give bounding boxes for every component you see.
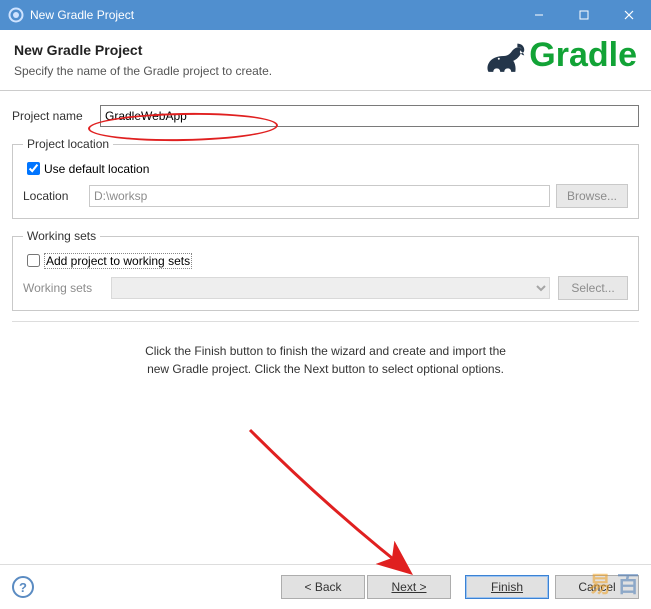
next-button[interactable]: Next > xyxy=(367,575,451,599)
finish-button[interactable]: Finish xyxy=(465,575,549,599)
working-sets-legend: Working sets xyxy=(23,229,100,243)
use-default-location-checkbox[interactable]: Use default location xyxy=(23,159,628,178)
location-input xyxy=(89,185,550,207)
project-location-legend: Project location xyxy=(23,137,113,151)
project-location-group: Project location Use default location Lo… xyxy=(12,137,639,219)
wizard-footer: ? < Back Next > Finish Cancel xyxy=(0,564,651,609)
working-sets-list-label: Working sets xyxy=(23,281,103,295)
add-to-working-sets-label: Add project to working sets xyxy=(44,253,192,269)
gradle-logo-text: Gradle xyxy=(529,36,637,75)
working-sets-dropdown xyxy=(111,277,550,299)
wizard-hint: Click the Finish button to finish the wi… xyxy=(86,342,566,378)
wizard-content: Project name Project location Use defaul… xyxy=(0,91,651,388)
browse-button: Browse... xyxy=(556,184,628,208)
use-default-location-label: Use default location xyxy=(44,162,149,176)
cancel-button[interactable]: Cancel xyxy=(555,575,639,599)
hint-line-1: Click the Finish button to finish the wi… xyxy=(145,344,506,358)
close-button[interactable] xyxy=(606,0,651,30)
location-label: Location xyxy=(23,189,83,203)
window-buttons xyxy=(516,0,651,30)
back-button[interactable]: < Back xyxy=(281,575,365,599)
hint-line-2: new Gradle project. Click the Next butto… xyxy=(147,362,504,376)
use-default-location-input[interactable] xyxy=(27,162,40,175)
project-name-input[interactable] xyxy=(100,105,639,127)
window-title: New Gradle Project xyxy=(30,8,516,22)
eclipse-icon xyxy=(8,7,24,23)
minimize-button[interactable] xyxy=(516,0,561,30)
maximize-button[interactable] xyxy=(561,0,606,30)
wizard-header: New Gradle Project Specify the name of t… xyxy=(0,30,651,90)
working-sets-group: Working sets Add project to working sets… xyxy=(12,229,639,311)
select-working-sets-button: Select... xyxy=(558,276,628,300)
add-to-working-sets-checkbox[interactable]: Add project to working sets xyxy=(23,251,628,270)
titlebar: New Gradle Project xyxy=(0,0,651,30)
help-icon[interactable]: ? xyxy=(12,576,34,598)
gradle-logo: Gradle xyxy=(483,36,637,75)
add-to-working-sets-input[interactable] xyxy=(27,254,40,267)
project-name-label: Project name xyxy=(12,109,100,123)
